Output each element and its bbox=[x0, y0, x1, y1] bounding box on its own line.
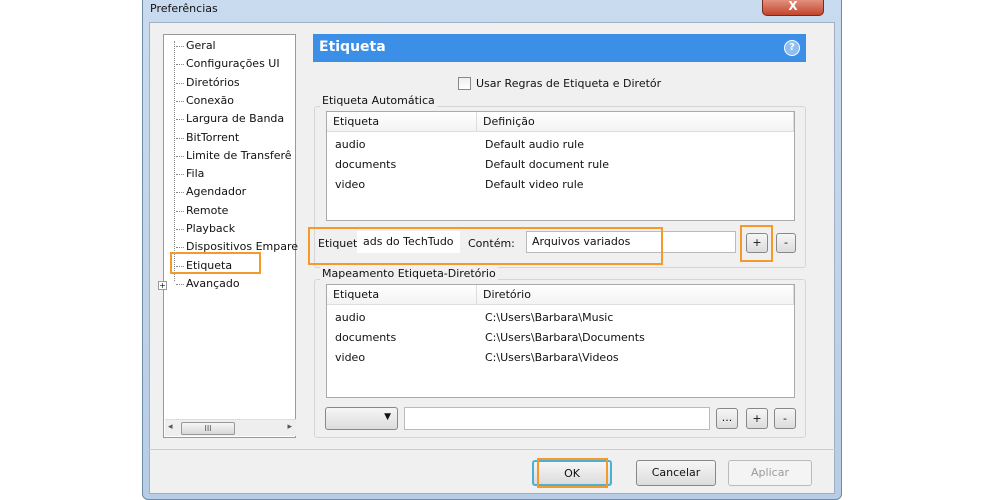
scroll-thumb[interactable]: III bbox=[181, 422, 235, 435]
remove-mapping-button[interactable]: - bbox=[774, 408, 796, 429]
use-rules-label: Usar Regras de Etiqueta e Diretór bbox=[476, 77, 662, 90]
row-value[interactable]: C:\Users\Barbara\Videos bbox=[485, 351, 619, 364]
column-header-label[interactable]: Etiqueta bbox=[327, 285, 477, 305]
row-label[interactable]: audio bbox=[335, 311, 365, 324]
cancel-button[interactable]: Cancelar bbox=[636, 460, 716, 486]
column-header-definition[interactable]: Definição bbox=[477, 112, 794, 132]
tree-item-conex-o[interactable]: Conexão bbox=[176, 94, 234, 107]
panel-header: Etiqueta ? bbox=[313, 34, 806, 62]
row-value[interactable]: Default document rule bbox=[485, 158, 609, 171]
tree-item-diret-rios[interactable]: Diretórios bbox=[176, 76, 240, 89]
row-label[interactable]: video bbox=[335, 351, 365, 364]
row-label[interactable]: documents bbox=[335, 158, 396, 171]
tree-item-geral[interactable]: Geral bbox=[176, 39, 216, 52]
directory-input[interactable] bbox=[404, 407, 710, 430]
label-row-highlight bbox=[308, 227, 663, 265]
row-value[interactable]: C:\Users\Barbara\Documents bbox=[485, 331, 645, 344]
add-mapping-button[interactable]: + bbox=[746, 408, 768, 429]
scroll-left-icon[interactable]: ◂ bbox=[168, 422, 173, 432]
scroll-right-icon[interactable]: ▸ bbox=[287, 422, 292, 432]
mapping-group-title: Mapeamento Etiqueta-Diretório bbox=[320, 267, 498, 280]
window-title: Preferências bbox=[150, 2, 218, 15]
row-value[interactable]: C:\Users\Barbara\Music bbox=[485, 311, 613, 324]
row-label[interactable]: documents bbox=[335, 331, 396, 344]
close-button[interactable]: X bbox=[762, 0, 824, 16]
use-rules-checkbox[interactable] bbox=[458, 77, 471, 90]
add-button-highlight bbox=[740, 225, 773, 262]
tree-item-fila[interactable]: Fila bbox=[175, 167, 204, 180]
row-label[interactable]: video bbox=[335, 178, 365, 191]
mapping-table[interactable]: Etiqueta Diretório audio C:\Users\Barbara… bbox=[326, 284, 795, 398]
column-header-directory[interactable]: Diretório bbox=[477, 285, 794, 305]
remove-rule-button[interactable]: - bbox=[776, 233, 796, 253]
panel-title: Etiqueta bbox=[319, 39, 386, 55]
expand-icon[interactable]: + bbox=[158, 280, 167, 290]
row-value[interactable]: Default audio rule bbox=[485, 138, 584, 151]
tree-item-avan-ado[interactable]: Avançado bbox=[176, 277, 240, 290]
browse-button[interactable]: ... bbox=[716, 408, 738, 429]
tree-item-playback[interactable]: Playback bbox=[175, 222, 235, 235]
preferences-tree: Geral Configurações UI Diretórios Conexão La… bbox=[158, 34, 298, 438]
horizontal-scrollbar[interactable]: ◂ III ▸ bbox=[165, 419, 296, 436]
tree-item-remote[interactable]: Remote bbox=[175, 204, 228, 217]
column-header-label[interactable]: Etiqueta bbox=[327, 112, 477, 132]
auto-label-group-title: Etiqueta Automática bbox=[320, 94, 437, 107]
tree-item-limite-de-transfer-[interactable]: Limite de Transferê bbox=[176, 149, 292, 162]
separator bbox=[149, 449, 835, 450]
tree-item-agendador[interactable]: Agendador bbox=[175, 185, 246, 198]
chevron-down-icon: ▼ bbox=[384, 412, 391, 422]
tree-item-largura-de-banda[interactable]: Largura de Banda bbox=[175, 112, 284, 125]
label-select[interactable]: ▼ bbox=[325, 407, 398, 430]
auto-label-table[interactable]: Etiqueta Definição audio Default audio ru… bbox=[326, 111, 795, 221]
tree-item-configura-es-ui[interactable]: Configurações UI bbox=[176, 57, 280, 70]
tree-item-bittorrent[interactable]: BitTorrent bbox=[175, 131, 239, 144]
tree-line bbox=[174, 41, 175, 281]
row-value[interactable]: Default video rule bbox=[485, 178, 584, 191]
apply-button[interactable]: Aplicar bbox=[728, 460, 812, 486]
ok-highlight bbox=[537, 458, 608, 488]
help-icon[interactable]: ? bbox=[784, 40, 800, 56]
row-label[interactable]: audio bbox=[335, 138, 365, 151]
etiqueta-highlight bbox=[170, 252, 261, 274]
